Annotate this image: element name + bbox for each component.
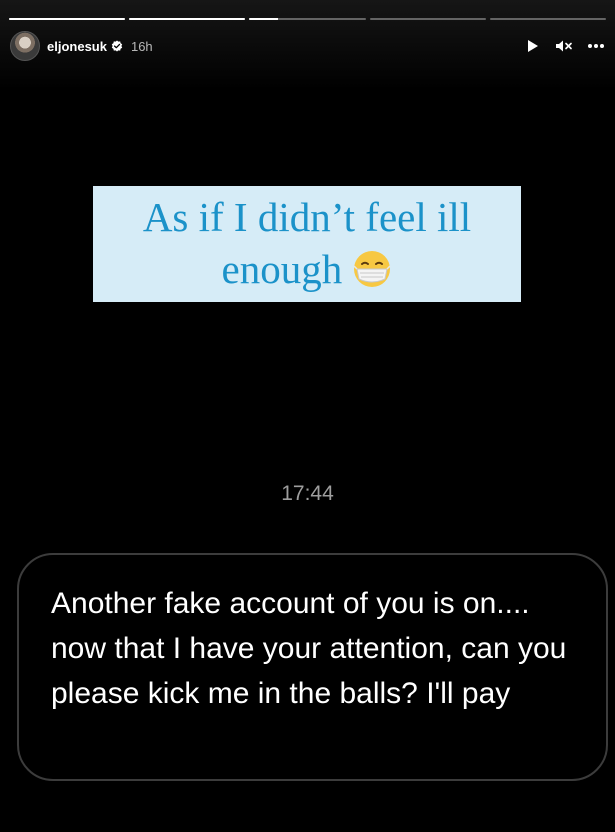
progress-segment (249, 18, 366, 20)
caption-text: As if I didn’t feel ill enough (142, 194, 472, 292)
username[interactable]: eljonesuk (47, 39, 107, 54)
story-progress-bar (9, 18, 607, 20)
progress-segment (9, 18, 126, 20)
play-icon[interactable] (523, 37, 541, 55)
progress-segment (489, 18, 607, 20)
message-bubble: Another fake account of you is on.... no… (17, 553, 608, 781)
more-options-icon[interactable] (587, 37, 605, 55)
muted-speaker-icon[interactable] (555, 37, 573, 55)
avatar[interactable] (10, 31, 40, 61)
story-header: eljonesuk 16h (10, 30, 605, 62)
verified-badge-icon (111, 40, 123, 52)
progress-segment (129, 18, 246, 20)
message-timestamp: 17:44 (281, 482, 334, 505)
medical-mask-emoji-icon (353, 251, 391, 287)
posted-time: 16h (130, 38, 153, 54)
progress-segment (369, 18, 486, 20)
story-caption: As if I didn’t feel ill enough (93, 186, 521, 302)
story-controls (523, 37, 605, 55)
message-text: Another fake account of you is on.... no… (51, 587, 567, 710)
